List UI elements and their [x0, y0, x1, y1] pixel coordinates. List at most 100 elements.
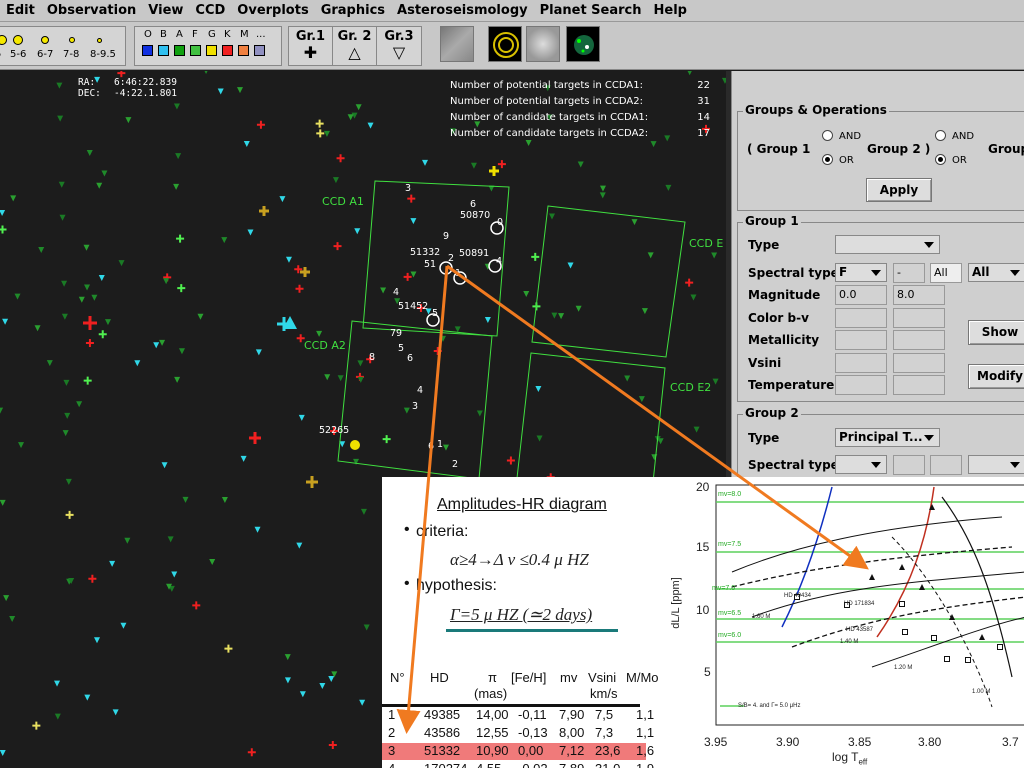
table-cell: 170274: [424, 761, 467, 768]
group1-button[interactable]: Gr.1 ✚: [289, 27, 333, 65]
starfield-button[interactable]: [566, 26, 600, 62]
star-marker: [567, 262, 574, 269]
star-marker: [65, 510, 74, 519]
star-marker: [120, 622, 127, 629]
star-marker: [403, 272, 412, 281]
menu-edit[interactable]: Edit: [0, 0, 41, 22]
temperature-min-field[interactable]: [835, 375, 887, 395]
star-marker: [54, 713, 61, 720]
spectral-type2-select[interactable]: [835, 455, 887, 474]
vsini-max-field[interactable]: [893, 353, 945, 373]
luminosity2-select[interactable]: [968, 455, 1024, 474]
dec-value: -4:22.1.801: [114, 88, 177, 99]
menu-graphics[interactable]: Graphics: [315, 0, 391, 22]
apply-button[interactable]: Apply: [866, 178, 932, 202]
star-marker: [76, 401, 83, 408]
star-marker: [347, 114, 354, 121]
color-max-field[interactable]: [893, 308, 945, 328]
metallicity-min-field[interactable]: [835, 330, 887, 350]
type2-select[interactable]: Principal T...: [835, 428, 940, 447]
table-cell: 7,3: [595, 725, 614, 740]
type-select[interactable]: [835, 235, 940, 254]
metallicity-max-field[interactable]: [893, 330, 945, 350]
star-marker: [173, 103, 180, 110]
target-number: 51: [424, 259, 437, 270]
spectral-subclass-field[interactable]: All: [930, 263, 962, 283]
menu-planet-search[interactable]: Planet Search: [534, 0, 648, 22]
star-marker: [255, 349, 262, 356]
menu-help[interactable]: Help: [648, 0, 693, 22]
or-radio-2[interactable]: [935, 154, 946, 165]
star-marker: [631, 219, 638, 226]
spectral-dash-field[interactable]: -: [893, 263, 925, 283]
and-radio-1[interactable]: [822, 130, 833, 141]
star-marker: [197, 313, 204, 320]
spectral-class-label: K: [224, 29, 231, 40]
spectral-class-swatch: [254, 45, 265, 56]
star-marker: [109, 560, 116, 567]
magnitude-max-field[interactable]: 8.0: [893, 285, 945, 305]
star-marker: [176, 234, 185, 243]
star-marker: [3, 595, 10, 602]
menu-asteroseismology[interactable]: Asteroseismology: [391, 0, 534, 22]
magnitude-min-field[interactable]: 0.0: [835, 285, 887, 305]
show-button[interactable]: Show: [968, 320, 1024, 345]
target-rings-button[interactable]: [488, 26, 522, 62]
star-marker: [174, 376, 181, 383]
modify-button[interactable]: Modify: [968, 364, 1024, 389]
bright-star-marker: [306, 476, 318, 488]
star-marker: [575, 305, 582, 312]
star-marker: [476, 410, 483, 417]
ccd-frame: [337, 320, 493, 480]
menu-ccd[interactable]: CCD: [189, 0, 231, 22]
magnitude-legend[interactable]: 5 5-6 6-7 7-8 8-9.5: [0, 26, 126, 66]
star-marker: [62, 430, 69, 437]
star-marker: [549, 213, 556, 220]
spectral2-dash-field[interactable]: [893, 455, 925, 475]
group2-button[interactable]: Gr. 2 △: [333, 27, 377, 65]
color-min-field[interactable]: [835, 308, 887, 328]
hr-xlabel: log Teff: [832, 750, 867, 766]
star-marker: [357, 376, 364, 383]
sky-image-button[interactable]: [440, 26, 474, 62]
star-marker: [647, 252, 654, 259]
star-marker: [711, 252, 718, 259]
criteria-label: criteria:: [416, 523, 469, 540]
hr-xlabel-sub: eff: [858, 757, 868, 767]
star-marker: [61, 313, 68, 320]
star-marker: [2, 318, 9, 325]
and-radio-2[interactable]: [935, 130, 946, 141]
star-marker: [61, 280, 68, 287]
star-marker: [221, 237, 228, 244]
temperature-max-field[interactable]: [893, 375, 945, 395]
table-cell: 1,6: [636, 743, 655, 758]
spectral-type2-label: Spectral type: [748, 458, 839, 472]
spectral2-subclass-field[interactable]: [930, 455, 962, 475]
hr-xlabel-text: log T: [832, 750, 859, 764]
spectral-class-swatch: [158, 45, 169, 56]
col-mv: mv: [560, 670, 578, 685]
menu-view[interactable]: View: [142, 0, 189, 22]
vsini-min-field[interactable]: [835, 353, 887, 373]
star-marker: [182, 496, 189, 503]
or-radio-1[interactable]: [822, 154, 833, 165]
star-marker: [98, 275, 105, 282]
star-marker: [315, 119, 324, 128]
star-marker: [18, 442, 25, 449]
star-marker: [124, 537, 131, 544]
noise-image-button[interactable]: [526, 26, 560, 62]
group3-button[interactable]: Gr.3 ▽: [377, 27, 421, 65]
spectral-type-select[interactable]: F: [835, 263, 887, 282]
star-marker: [693, 426, 700, 433]
star-marker: [192, 601, 201, 610]
luminosity-class-select[interactable]: All: [968, 263, 1024, 282]
spectral-class-legend[interactable]: O B A F G K M...: [134, 26, 282, 66]
star-marker: [243, 141, 250, 148]
menu-observation[interactable]: Observation: [41, 0, 142, 22]
target-number: 50891: [459, 248, 490, 259]
hr-annotation: 1.40 M: [840, 639, 859, 645]
menu-overplots[interactable]: Overplots: [231, 0, 314, 22]
table-row: 4 170274 4,55 -0,02 7,89 31,0 1,9: [382, 761, 654, 768]
hr-red-track: [876, 486, 935, 638]
star-marker: [439, 335, 446, 342]
